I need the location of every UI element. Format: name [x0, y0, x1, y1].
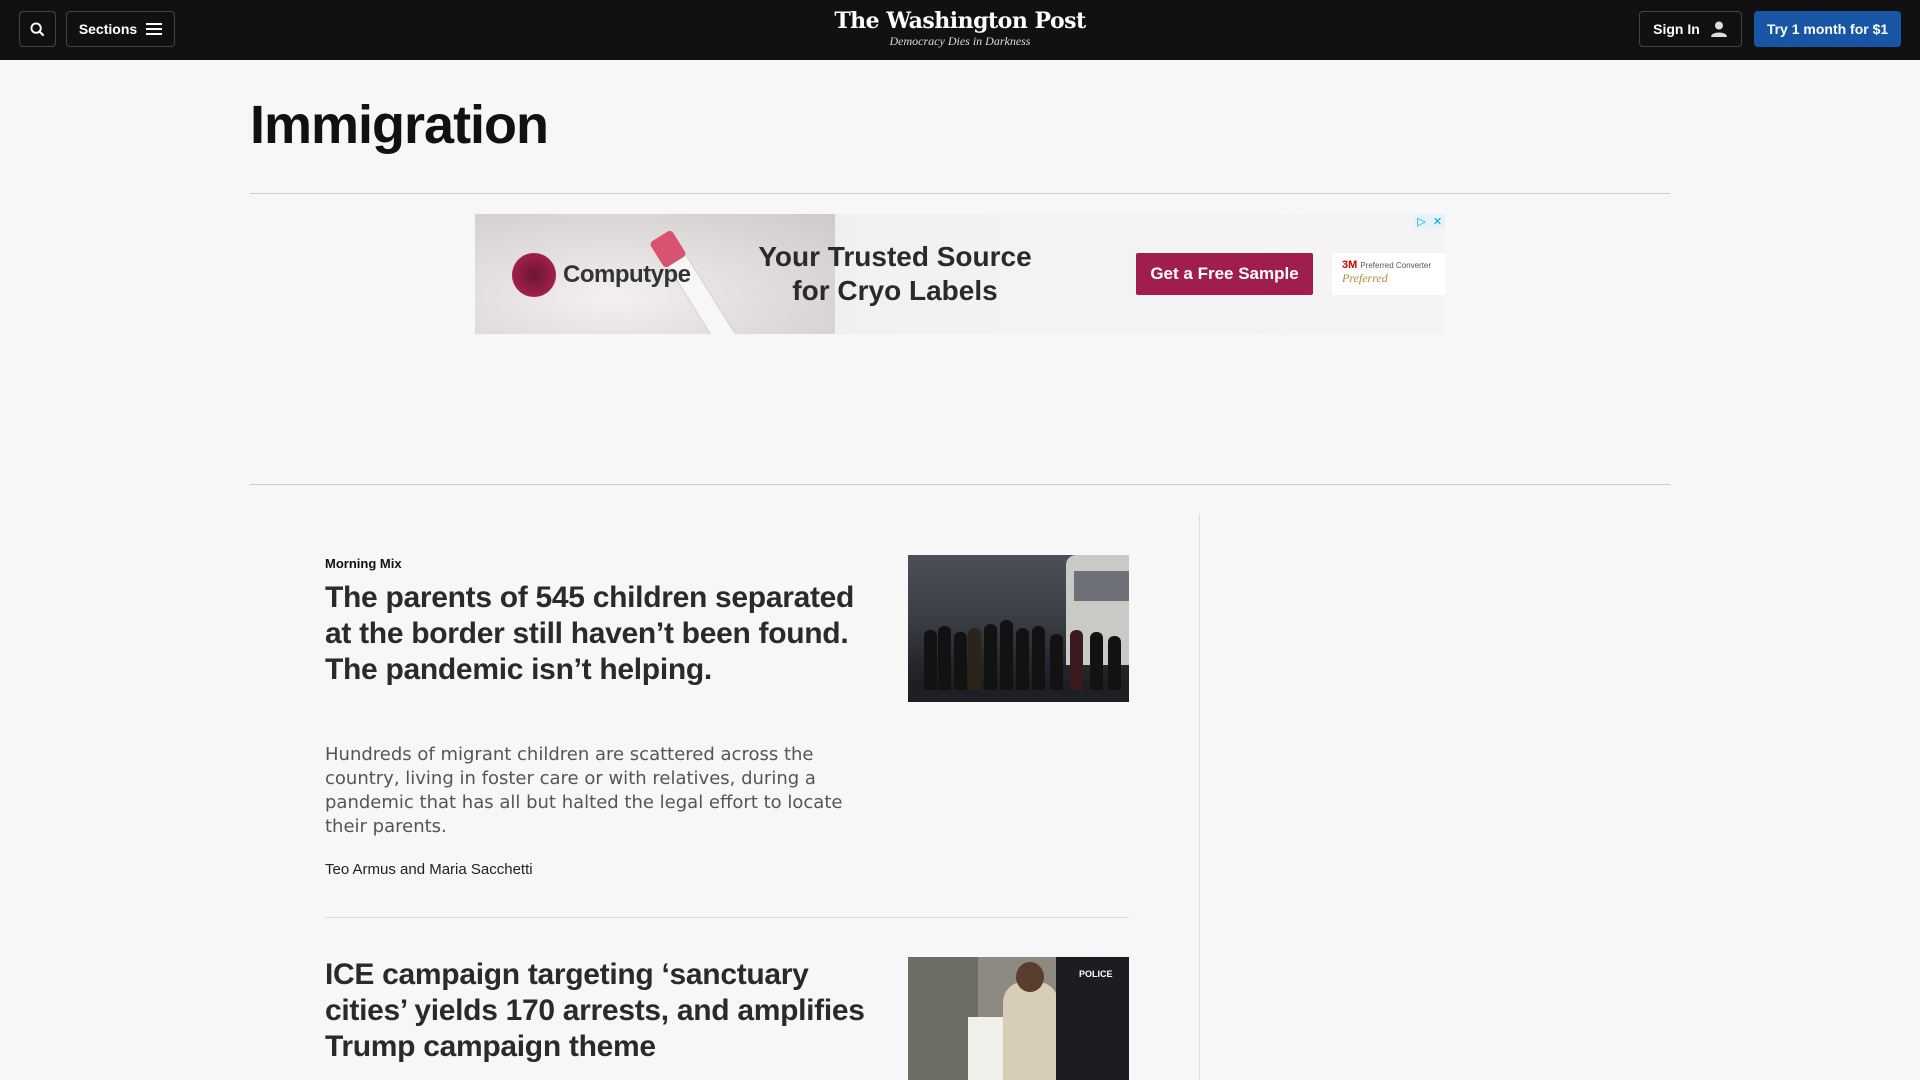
- story-thumbnail[interactable]: [908, 555, 1129, 702]
- user-icon: [1710, 21, 1727, 37]
- ad-cta-button[interactable]: Get a Free Sample: [1136, 253, 1313, 295]
- photo-police-label: POLICE: [1079, 969, 1113, 979]
- ad-info-icon[interactable]: ▷: [1414, 214, 1429, 229]
- page-title: Immigration: [250, 95, 549, 155]
- figure: [1016, 628, 1029, 690]
- ad-brand-logo-icon: [512, 253, 556, 297]
- figure: [968, 628, 981, 690]
- sections-button[interactable]: Sections: [66, 11, 175, 47]
- ad-headline: Your Trusted Source for Cryo Labels: [758, 241, 1032, 306]
- column-divider: [1199, 514, 1200, 1080]
- ad-partner-text: Preferred Converter: [1360, 261, 1432, 270]
- subscribe-button[interactable]: Try 1 month for $1: [1754, 11, 1901, 47]
- advertisement-banner[interactable]: Computype Your Trusted Source for Cryo L…: [475, 214, 1445, 334]
- story-thumbnail[interactable]: POLICE: [908, 957, 1129, 1080]
- logo-name: The Washington Post: [834, 8, 1086, 34]
- figure: [938, 626, 951, 690]
- photo-sign: [968, 1017, 1008, 1080]
- ad-choices[interactable]: ▷ ✕: [1414, 214, 1445, 229]
- figure: [1090, 632, 1103, 690]
- ad-divider: [250, 484, 1670, 485]
- photo-head: [1016, 962, 1044, 992]
- sign-in-button[interactable]: Sign In: [1639, 11, 1742, 47]
- ad-close-icon[interactable]: ✕: [1430, 214, 1445, 229]
- story-kicker[interactable]: Morning Mix: [325, 556, 402, 571]
- photo-person: [1003, 982, 1058, 1080]
- site-logo[interactable]: The Washington Post Democracy Dies in Da…: [760, 8, 1160, 48]
- top-navigation-bar: Sections The Washington Post Democracy D…: [0, 0, 1920, 60]
- figure: [1050, 634, 1063, 690]
- figure: [954, 632, 967, 690]
- story-blurb: Hundreds of migrant children are scatter…: [325, 744, 843, 837]
- story-headline[interactable]: The parents of 545 children separated at…: [325, 580, 865, 688]
- figure: [984, 624, 997, 690]
- ad-partner-sub: Preferred: [1342, 271, 1388, 285]
- story-headline[interactable]: ICE campaign targeting ‘sanctuary cities…: [325, 957, 865, 1065]
- search-icon: [30, 21, 45, 36]
- menu-icon: [146, 23, 163, 35]
- search-button[interactable]: [19, 11, 56, 47]
- ad-brand-name: Computype: [563, 261, 691, 288]
- figure: [1032, 626, 1045, 690]
- ad-partner-mark: 3M: [1342, 259, 1358, 271]
- logo-tagline: Democracy Dies in Darkness: [889, 34, 1031, 48]
- story-byline[interactable]: Teo Armus and Maria Sacchetti: [325, 861, 533, 878]
- sections-label: Sections: [78, 21, 138, 37]
- figure: [1000, 620, 1013, 690]
- figure: [1070, 630, 1083, 690]
- story-divider: [325, 917, 1129, 918]
- sign-in-label: Sign In: [1653, 21, 1700, 37]
- figure: [1108, 636, 1121, 690]
- figure: [924, 630, 937, 690]
- ad-partner-logo: 3M Preferred Converter Preferred: [1332, 253, 1445, 295]
- title-divider: [250, 193, 1670, 194]
